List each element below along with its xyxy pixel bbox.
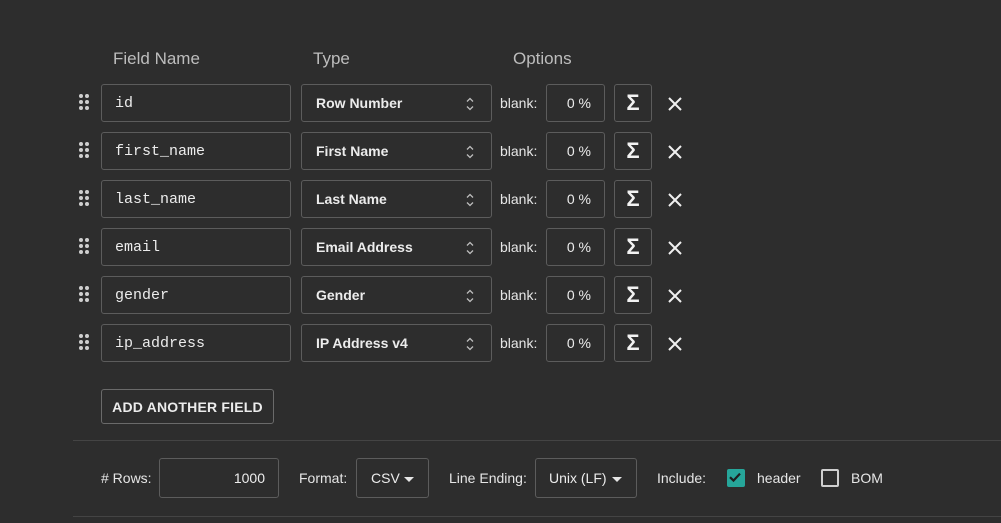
header-field-name: Field Name	[113, 49, 200, 68]
field-type-select[interactable]: IP Address v4	[301, 324, 492, 362]
field-type-select[interactable]: First Name	[301, 132, 492, 170]
remove-field-icon[interactable]	[667, 240, 683, 256]
header-checkbox-label: header	[757, 470, 801, 486]
blank-label: blank:	[500, 335, 538, 351]
blank-label: blank:	[500, 143, 538, 159]
blank-label: blank:	[500, 95, 538, 111]
blank-percent-value: 0 %	[566, 143, 591, 159]
chevron-up-down-icon	[466, 145, 474, 159]
drag-handle-icon[interactable]	[79, 94, 91, 112]
sigma-icon: Σ	[626, 282, 640, 307]
formula-button[interactable]: Σ	[614, 132, 652, 170]
divider-bottom	[73, 516, 1001, 517]
remove-field-icon[interactable]	[667, 96, 683, 112]
drag-handle-icon[interactable]	[79, 286, 91, 304]
field-name-input[interactable]	[101, 324, 291, 362]
blank-percent-input[interactable]: 0 %	[546, 324, 605, 362]
field-type-value: Email Address	[316, 239, 413, 255]
field-type-value: Row Number	[316, 95, 403, 111]
format-label: Format:	[299, 470, 348, 486]
sigma-icon: Σ	[626, 234, 640, 259]
formula-button[interactable]: Σ	[614, 180, 652, 218]
field-type-select[interactable]: Last Name	[301, 180, 492, 218]
blank-percent-value: 0 %	[566, 95, 591, 111]
drag-handle-icon[interactable]	[79, 334, 91, 352]
header-options: Options	[513, 49, 572, 68]
chevron-up-down-icon	[466, 241, 474, 255]
blank-percent-value: 0 %	[566, 239, 591, 255]
field-row: IP Address v4 blank: 0 % Σ	[0, 324, 700, 364]
formula-button[interactable]: Σ	[614, 324, 652, 362]
field-type-value: Last Name	[316, 191, 387, 207]
blank-percent-input[interactable]: 0 %	[546, 132, 605, 170]
field-name-input[interactable]	[101, 276, 291, 314]
sigma-icon: Σ	[626, 90, 640, 115]
blank-percent-input[interactable]: 0 %	[546, 180, 605, 218]
line-ending-value: Unix (LF)	[549, 470, 607, 486]
field-name-input[interactable]	[101, 180, 291, 218]
field-name-input[interactable]	[101, 84, 291, 122]
blank-percent-input[interactable]: 0 %	[546, 276, 605, 314]
header-checkbox[interactable]	[727, 469, 745, 487]
field-name-input[interactable]	[101, 132, 291, 170]
blank-percent-input[interactable]: 0 %	[546, 228, 605, 266]
blank-percent-value: 0 %	[566, 191, 591, 207]
blank-label: blank:	[500, 191, 538, 207]
field-row: Email Address blank: 0 % Σ	[0, 228, 700, 268]
remove-field-icon[interactable]	[667, 192, 683, 208]
bom-checkbox-label: BOM	[851, 470, 883, 486]
chevron-up-down-icon	[466, 337, 474, 351]
field-type-select[interactable]: Email Address	[301, 228, 492, 266]
field-row: Row Number blank: 0 % Σ	[0, 84, 700, 124]
line-ending-select[interactable]: Unix (LF)	[535, 458, 637, 498]
remove-field-icon[interactable]	[667, 288, 683, 304]
format-value: CSV	[371, 470, 400, 486]
drag-handle-icon[interactable]	[79, 142, 91, 160]
formula-button[interactable]: Σ	[614, 228, 652, 266]
include-label: Include:	[657, 470, 707, 486]
caret-down-icon	[404, 477, 414, 482]
header-type: Type	[313, 49, 350, 68]
rows-value: 1000	[233, 470, 265, 486]
blank-label: blank:	[500, 287, 538, 303]
divider-top	[73, 440, 1001, 441]
field-type-select[interactable]: Row Number	[301, 84, 492, 122]
rows-label: # Rows:	[101, 470, 152, 486]
drag-handle-icon[interactable]	[79, 190, 91, 208]
field-type-value: Gender	[316, 287, 366, 303]
sigma-icon: Σ	[626, 186, 640, 211]
caret-down-icon	[612, 477, 622, 482]
bom-checkbox[interactable]	[821, 469, 839, 487]
field-row: First Name blank: 0 % Σ	[0, 132, 700, 172]
formula-button[interactable]: Σ	[614, 276, 652, 314]
blank-label: blank:	[500, 239, 538, 255]
drag-handle-icon[interactable]	[79, 238, 91, 256]
field-row: Last Name blank: 0 % Σ	[0, 180, 700, 220]
blank-percent-input[interactable]: 0 %	[546, 84, 605, 122]
field-row: Gender blank: 0 % Σ	[0, 276, 700, 316]
rows-input[interactable]: 1000	[159, 458, 279, 498]
check-icon	[729, 472, 741, 483]
sigma-icon: Σ	[626, 330, 640, 355]
sigma-icon: Σ	[626, 138, 640, 163]
format-select[interactable]: CSV	[356, 458, 429, 498]
add-another-field-button[interactable]: ADD ANOTHER FIELD	[101, 389, 274, 424]
field-name-input[interactable]	[101, 228, 291, 266]
chevron-up-down-icon	[466, 289, 474, 303]
remove-field-icon[interactable]	[667, 336, 683, 352]
chevron-up-down-icon	[466, 193, 474, 207]
chevron-up-down-icon	[466, 97, 474, 111]
formula-button[interactable]: Σ	[614, 84, 652, 122]
line-ending-label: Line Ending:	[449, 470, 527, 486]
field-type-select[interactable]: Gender	[301, 276, 492, 314]
field-type-value: First Name	[316, 143, 389, 159]
blank-percent-value: 0 %	[566, 335, 591, 351]
remove-field-icon[interactable]	[667, 144, 683, 160]
blank-percent-value: 0 %	[566, 287, 591, 303]
field-type-value: IP Address v4	[316, 335, 408, 351]
